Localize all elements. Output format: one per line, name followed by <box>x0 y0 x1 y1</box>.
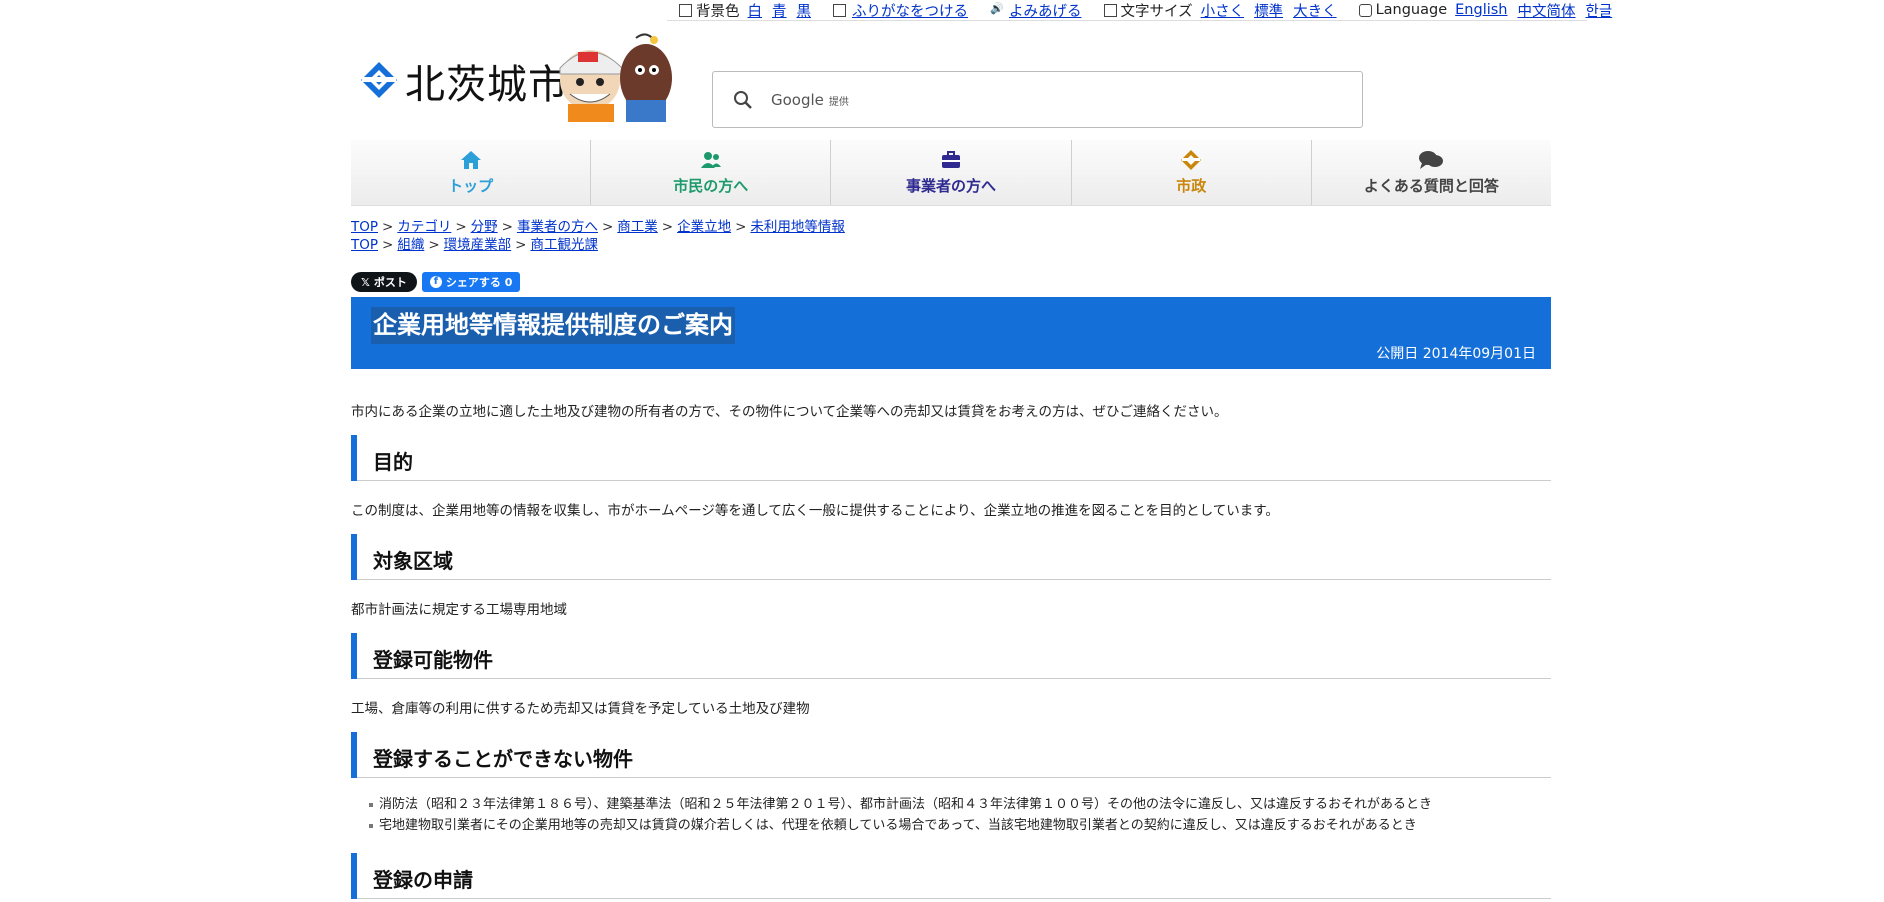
nav-citizens[interactable]: 市民の方へ <box>591 140 832 205</box>
crumb-link[interactable]: 商工観光課 <box>530 237 598 253</box>
breadcrumb: TOP > カテゴリ > 分野 > 事業者の方へ > 商工業 > 企業立地 > 未利用地等情報 TOP >… <box>351 218 845 254</box>
nav-business[interactable]: 事業者の方へ <box>831 140 1072 205</box>
utility-bar: 背景色 白 青 黒 ふりがなをつける よみあげる 文字サイズ 小さく 標準 大き… <box>667 0 1612 21</box>
lang-english-link[interactable]: English <box>1455 2 1507 18</box>
nav-top[interactable]: トップ <box>351 140 592 205</box>
bgcolor-icon <box>679 3 692 17</box>
bg-white-link[interactable]: 白 <box>748 0 763 21</box>
search-icon <box>734 90 752 109</box>
crumb-link[interactable]: TOP <box>351 237 378 253</box>
nav-city-admin-label: 市政 <box>1176 177 1207 195</box>
page-title: 企業用地等情報提供制度のご案内 <box>371 307 735 344</box>
bg-blue-link[interactable]: 青 <box>772 0 787 21</box>
bg-black-link[interactable]: 黒 <box>797 0 812 21</box>
crumb-link[interactable]: 事業者の方へ <box>517 219 598 235</box>
furigana-link[interactable]: ふりがなをつける <box>852 0 968 21</box>
site-logo[interactable]: 北茨城市 <box>359 52 569 110</box>
eligible-text: 工場、倉庫等の利用に供するため売却又は賃貸を予定している土地及び建物 <box>351 701 810 717</box>
section-heading-eligible: 登録可能物件 <box>351 633 1551 679</box>
x-post-button[interactable]: 𝕏 ポスト <box>351 272 417 292</box>
crumb-link[interactable]: TOP <box>351 219 378 235</box>
crumb-link[interactable]: 環境産業部 <box>444 237 512 253</box>
font-size-icon <box>1103 3 1117 17</box>
global-nav: トップ 市民の方へ 事業者の方へ 市政 よくある質問と回答 <box>351 140 1551 206</box>
language-icon <box>1358 3 1372 17</box>
list-item: 宅地建物取引業者にその企業用地等の売却又は賃貸の媒介若しくは、代理を依頼している… <box>369 815 1432 836</box>
section-heading-apply: 登録の申請 <box>351 853 1551 899</box>
nav-citizens-label: 市民の方へ <box>673 177 749 195</box>
section-heading-text: 登録可能物件 <box>373 648 493 672</box>
crumb-link[interactable]: カテゴリ <box>397 219 451 235</box>
nav-faq-label: よくある質問と回答 <box>1363 177 1499 195</box>
ineligible-list: 消防法（昭和２３年法律第１８６号）、建築基準法（昭和２５年法律第２０１号）、都市… <box>369 794 1432 836</box>
purpose-text: この制度は、企業用地等の情報を収集し、市がホームページ等を通して広く一般に提供す… <box>351 503 1279 519</box>
nav-top-label: トップ <box>448 177 494 195</box>
section-heading-text: 対象区域 <box>373 549 453 573</box>
city-emblem-icon <box>1181 150 1202 170</box>
intro-text: 市内にある企業の立地に適した土地及び建物の所有者の方で、その物件について企業等へ… <box>351 404 1228 420</box>
crumb-link[interactable]: 企業立地 <box>677 219 731 235</box>
font-large-link[interactable]: 大きく <box>1293 0 1337 21</box>
site-name: 北茨城市 <box>405 62 569 108</box>
font-small-link[interactable]: 小さく <box>1201 0 1245 21</box>
section-heading-text: 目的 <box>373 450 413 474</box>
lang-korean-link[interactable]: 한글 <box>1586 0 1613 21</box>
people-icon <box>700 152 721 168</box>
section-heading-text: 登録の申請 <box>373 868 473 892</box>
font-size-label: 文字サイズ <box>1103 0 1193 21</box>
city-emblem-logo-icon <box>361 62 397 98</box>
facebook-icon: f <box>429 276 442 288</box>
section-heading-text: 登録することができない物件 <box>373 747 633 771</box>
section-heading-area: 対象区域 <box>351 534 1551 580</box>
crumb-link[interactable]: 組織 <box>397 237 424 253</box>
search-box[interactable]: Google 提供 <box>712 71 1363 128</box>
chat-bubbles-icon <box>1419 151 1444 169</box>
section-heading-ineligible: 登録することができない物件 <box>351 732 1551 778</box>
crumb-link[interactable]: 未利用地等情報 <box>750 219 845 235</box>
share-buttons: 𝕏 ポスト f シェアする 0 <box>351 272 521 292</box>
language-label: Language <box>1358 2 1447 18</box>
read-aloud-link[interactable]: よみあげる <box>1009 0 1082 21</box>
x-logo-icon: 𝕏 <box>361 275 370 289</box>
mascot-illustration <box>559 33 672 122</box>
page-title-bar: 企業用地等情報提供制度のご案内 公開日 2014年09月01日 <box>351 297 1551 369</box>
search-input[interactable] <box>856 78 1362 121</box>
section-heading-purpose: 目的 <box>351 435 1551 481</box>
list-item: 消防法（昭和２３年法律第１８６号）、建築基準法（昭和２５年法律第２０１号）、都市… <box>369 794 1432 815</box>
publish-date: 公開日 2014年09月01日 <box>1376 346 1536 362</box>
home-icon <box>460 151 481 169</box>
nav-business-label: 事業者の方へ <box>906 177 997 195</box>
search-provider: Google 提供 <box>771 90 849 109</box>
facebook-share-button[interactable]: f シェアする 0 <box>421 272 521 292</box>
furigana-icon <box>833 3 850 17</box>
briefcase-icon <box>942 151 960 168</box>
area-text: 都市計画法に規定する工場専用地域 <box>351 602 567 618</box>
breadcrumb-row-2: TOP > 組織 > 環境産業部 > 商工観光課 <box>351 237 598 253</box>
nav-faq[interactable]: よくある質問と回答 <box>1312 140 1551 205</box>
crumb-link[interactable]: 商工業 <box>617 219 658 235</box>
breadcrumb-row-1: TOP > カテゴリ > 分野 > 事業者の方へ > 商工業 > 企業立地 > 未利用地等情報 <box>351 219 845 235</box>
lang-chinese-link[interactable]: 中文简体 <box>1518 0 1576 21</box>
bgcolor-label: 背景色 <box>679 0 740 21</box>
crumb-link[interactable]: 分野 <box>471 219 498 235</box>
font-standard-link[interactable]: 標準 <box>1254 0 1283 21</box>
speaker-icon <box>990 2 1007 17</box>
nav-city-admin[interactable]: 市政 <box>1072 140 1312 205</box>
